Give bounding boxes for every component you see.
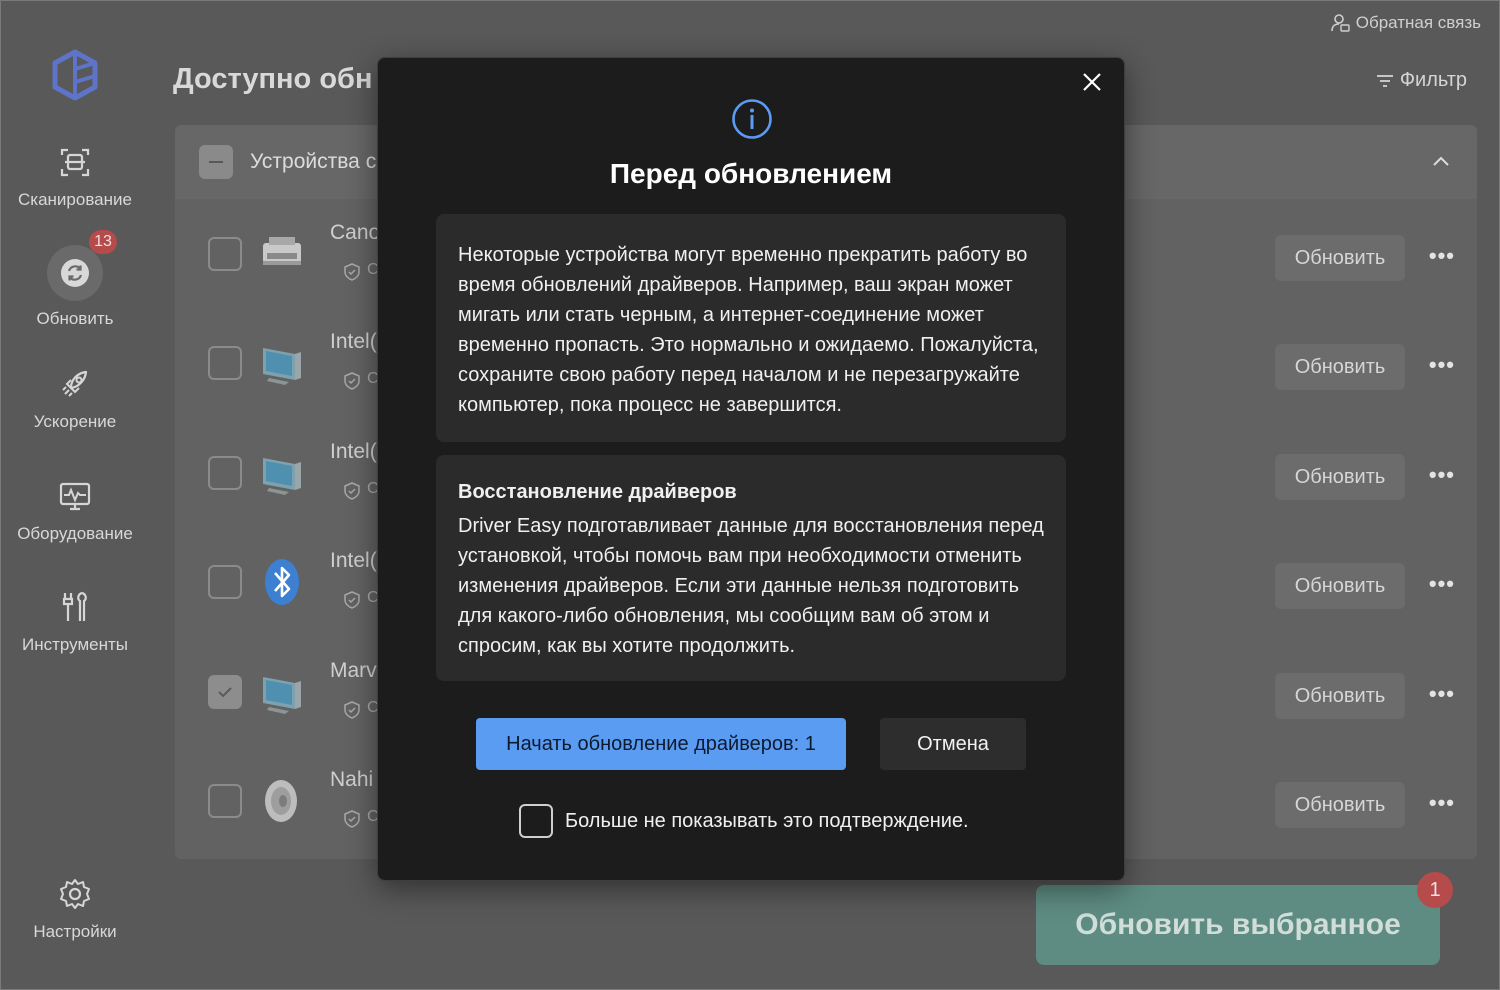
sidebar-item-boost[interactable]: Ускорение	[1, 366, 149, 432]
more-options-button[interactable]: •••	[1429, 790, 1455, 816]
shield-check-icon	[344, 372, 360, 390]
feedback-icon	[1330, 14, 1350, 32]
feedback-link[interactable]: Обратная связь	[1330, 13, 1481, 33]
more-options-button[interactable]: •••	[1429, 243, 1455, 269]
warning-box: Некоторые устройства могут временно прек…	[436, 214, 1066, 442]
active-indicator	[47, 245, 103, 301]
device-checkbox[interactable]	[208, 675, 242, 709]
app-logo-icon	[52, 49, 98, 101]
sidebar-item-scan[interactable]: Сканирование	[1, 144, 149, 210]
update-device-button[interactable]: Обновить	[1275, 344, 1405, 390]
update-device-button[interactable]: Обновить	[1275, 235, 1405, 281]
dont-show-again-label: Больше не показывать это подтверждение.	[565, 809, 969, 832]
device-name: Marv	[330, 659, 377, 682]
update-device-button[interactable]: Обновить	[1275, 454, 1405, 500]
update-device-button[interactable]: Обновить	[1275, 563, 1405, 609]
device-checkbox[interactable]	[208, 237, 242, 271]
sidebar-item-label: Обновить	[36, 309, 114, 328]
more-options-button[interactable]: •••	[1429, 571, 1455, 597]
device-checkbox[interactable]	[208, 565, 242, 599]
rocket-icon	[62, 370, 88, 397]
shield-check-icon	[344, 482, 360, 500]
monitor-icon	[263, 458, 301, 495]
tools-icon	[62, 591, 87, 621]
cancel-button[interactable]: Отмена	[880, 718, 1026, 770]
sidebar-item-label: Инструменты	[21, 635, 128, 654]
feedback-label: Обратная связь	[1355, 13, 1481, 32]
sidebar-item-label: Настройки	[33, 922, 117, 941]
sidebar-item-hardware[interactable]: Оборудование	[1, 478, 149, 544]
warning-text: Некоторые устройства могут временно прек…	[458, 244, 1039, 416]
update-device-button[interactable]: Обновить	[1275, 782, 1405, 828]
sidebar-item-tools[interactable]: Инструменты	[1, 589, 149, 655]
group-select-checkbox[interactable]	[199, 145, 233, 179]
close-icon[interactable]	[1078, 68, 1106, 96]
device-name: Cano	[330, 221, 381, 244]
dialog-title: Перед обновлением	[609, 158, 893, 189]
gear-icon	[60, 879, 90, 909]
restore-text: Driver Easy подготавливает данные для во…	[458, 515, 1044, 657]
monitor-icon	[263, 348, 301, 385]
dont-show-again-option[interactable]: Больше не показывать это подтверждение.	[519, 804, 969, 838]
shield-check-icon	[344, 701, 360, 719]
filter-button[interactable]: Фильтр	[1376, 69, 1467, 92]
dont-show-again-checkbox[interactable]	[519, 804, 553, 838]
chevron-up-icon[interactable]	[1431, 151, 1451, 171]
shield-check-icon	[344, 591, 360, 609]
page-title: Доступно обн	[173, 63, 373, 95]
filter-label: Фильтр	[1399, 69, 1467, 91]
printer-icon	[263, 237, 301, 265]
device-checkbox[interactable]	[208, 784, 242, 818]
device-name: Intel(	[330, 330, 377, 353]
update-device-button[interactable]: Обновить	[1275, 673, 1405, 719]
sidebar-item-update[interactable]: Обновить	[1, 245, 149, 329]
scan-icon	[60, 148, 90, 177]
more-options-button[interactable]: •••	[1429, 462, 1455, 488]
sidebar: Сканирование Обновить 13 Ускорение Обору…	[1, 1, 149, 990]
device-group-label: Устройства с	[250, 150, 377, 173]
selected-count-badge: 1	[1417, 872, 1453, 908]
update-selected-button[interactable]: Обновить выбранное	[1036, 885, 1440, 965]
bluetooth-icon	[265, 559, 299, 605]
speaker-icon	[265, 780, 297, 822]
checkmark-icon	[218, 687, 232, 698]
device-name: Intel(	[330, 440, 377, 463]
update-icon	[61, 259, 89, 287]
device-name: Intel(	[330, 549, 377, 572]
hardware-monitor-icon	[59, 482, 91, 511]
sidebar-item-label: Сканирование	[18, 190, 132, 209]
shield-check-icon	[344, 810, 360, 828]
more-options-button[interactable]: •••	[1429, 352, 1455, 378]
shield-check-icon	[344, 263, 360, 281]
filter-icon	[1376, 74, 1393, 87]
restore-info-box: Восстановление драйверов Driver Easy под…	[436, 455, 1066, 681]
before-update-dialog: Перед обновлением Некоторые устройства м…	[377, 57, 1125, 881]
sidebar-item-label: Оборудование	[17, 524, 133, 543]
monitor-icon	[263, 677, 301, 714]
info-icon	[732, 99, 772, 139]
device-checkbox[interactable]	[208, 456, 242, 490]
restore-heading: Восстановление драйверов	[458, 481, 737, 503]
sidebar-item-settings[interactable]: Настройки	[1, 876, 149, 942]
more-options-button[interactable]: •••	[1429, 681, 1455, 707]
start-update-button[interactable]: Начать обновление драйверов: 1	[476, 718, 846, 770]
device-checkbox[interactable]	[208, 346, 242, 380]
device-name: Nahi	[330, 768, 374, 791]
app-window: Сканирование Обновить 13 Ускорение Обору…	[0, 0, 1500, 990]
sidebar-item-label: Ускорение	[33, 412, 117, 431]
update-count-badge: 13	[89, 230, 117, 254]
